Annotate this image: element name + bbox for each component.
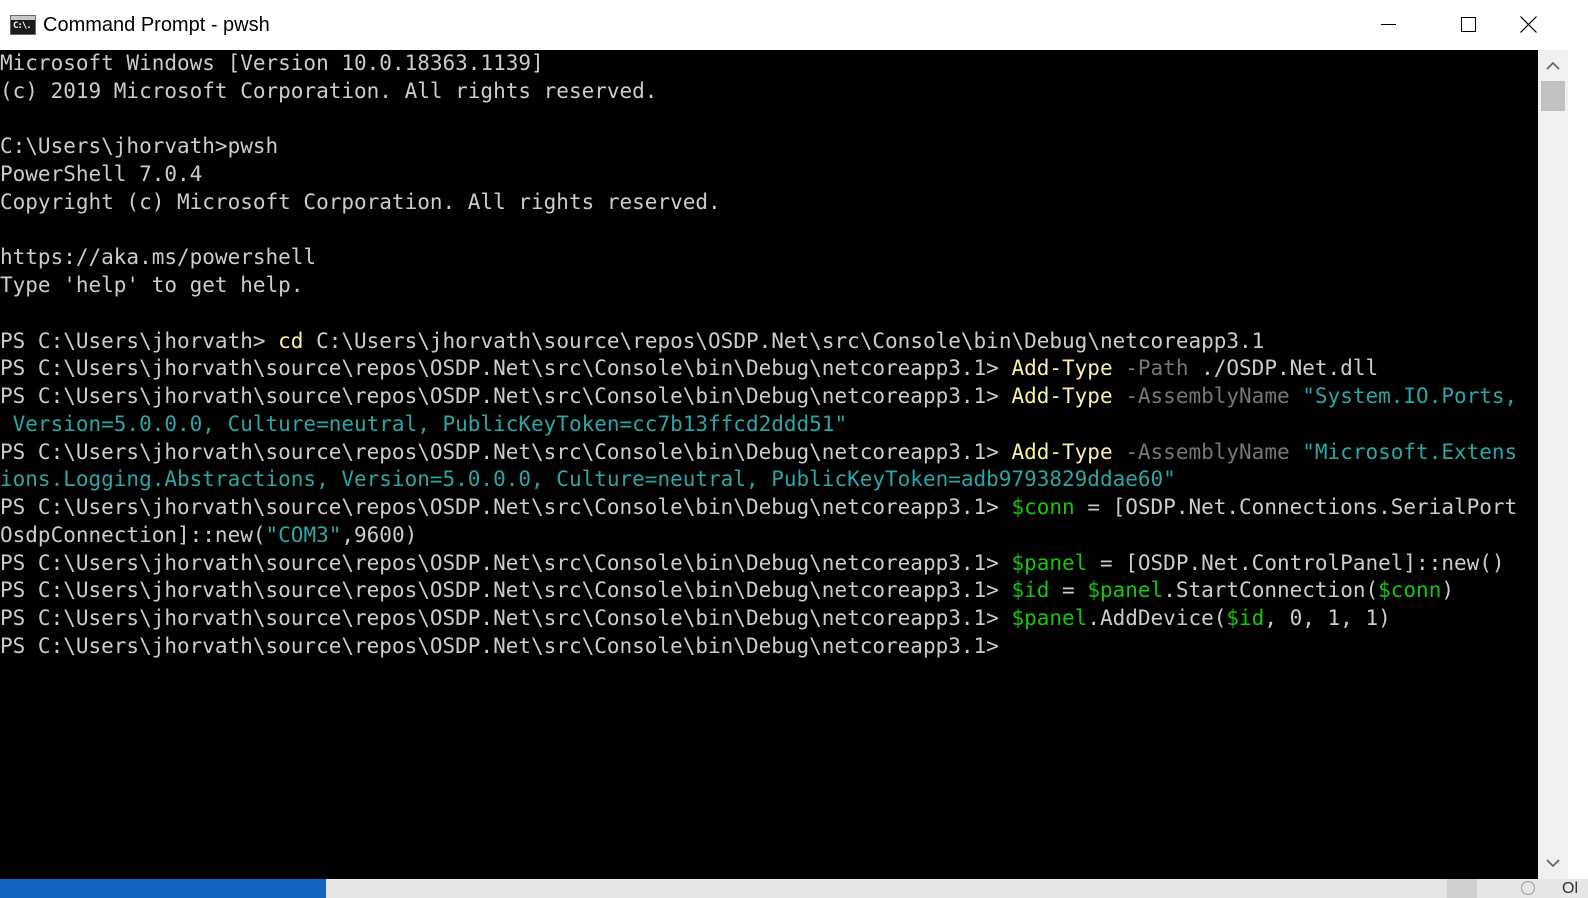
console-line: Copyright (c) Microsoft Corporation. All… <box>0 189 1517 217</box>
title-bar[interactable]: C:\. Command Prompt - pwsh <box>0 0 1588 50</box>
console-text-segment: (c) 2019 Microsoft Corporation. All righ… <box>0 78 658 103</box>
console-text-segment: Copyright (c) Microsoft Corporation. All… <box>0 189 721 214</box>
maximize-icon <box>1461 17 1476 32</box>
console-text-segment: $conn <box>1378 578 1442 603</box>
console-text-segment: "System.IO.Ports, <box>1289 384 1518 408</box>
console-line: PowerShell 7.0.4 <box>0 161 1517 189</box>
console-text-segment: -AssemblyName <box>1112 384 1290 408</box>
console-line: Version=5.0.0.0, Culture=neutral, Public… <box>0 411 1517 439</box>
console-text-segment: ) <box>1441 578 1454 603</box>
close-icon <box>1520 16 1537 33</box>
console-text-segment: -AssemblyName <box>1112 439 1290 464</box>
console-line: Type 'help' to get help. <box>0 272 1517 300</box>
console-text-segment: PS C:\Users\jhorvath\source\repos\OSDP.N… <box>0 550 1012 575</box>
console-line: (c) 2019 Microsoft Corporation. All righ… <box>0 78 1517 106</box>
taskbar-active-item[interactable] <box>0 879 326 898</box>
command-prompt-icon-label: C:\. <box>13 21 32 31</box>
chevron-up-icon <box>1546 61 1560 70</box>
console-text-segment: -Path <box>1112 356 1189 381</box>
console-text-segment: Version=5.0.0.0, Culture=neutral, Public… <box>0 411 848 436</box>
command-prompt-window: C:\. Command Prompt - pwsh Microsoft Win… <box>0 0 1588 898</box>
console-text-segment: "COM3" <box>265 522 342 547</box>
console-line: ions.Logging.Abstractions, Version=5.0.0… <box>0 466 1517 494</box>
console-text-segment: Type 'help' to get help. <box>0 273 304 297</box>
console-text-segment: PS C:\Users\jhorvath\source\repos\OSDP.N… <box>0 495 1012 519</box>
console-text-segment: $panel <box>1011 606 1088 630</box>
console-line: PS C:\Users\jhorvath\source\repos\OSDP.N… <box>0 439 1517 467</box>
console-text-segment: .AddDevice( <box>1087 606 1227 630</box>
command-prompt-icon: C:\. <box>10 15 36 35</box>
taskbar-circle-icon[interactable] <box>1521 881 1535 895</box>
console-text-segment: PS C:\Users\jhorvath\source\repos\OSDP.N… <box>0 633 999 658</box>
console-line: OsdpConnection]::new("COM3",9600) <box>0 522 1517 550</box>
console-text-segment: ,9600) <box>341 522 418 547</box>
chevron-down-icon <box>1546 859 1560 868</box>
console-line: https://aka.ms/powershell <box>0 244 1517 272</box>
console-text-segment: PS C:\Users\jhorvath\source\repos\OSDP.N… <box>0 578 1012 603</box>
console-line: PS C:\Users\jhorvath\source\repos\OSDP.N… <box>0 633 1517 661</box>
console-text-segment: PowerShell 7.0.4 <box>0 162 203 186</box>
vertical-scrollbar[interactable] <box>1538 50 1568 879</box>
console-text-segment: ./OSDP.Net.dll <box>1188 356 1379 381</box>
window-edge <box>1568 50 1588 879</box>
console-text-segment: = [OSDP.Net.Connections.SerialPort <box>1074 495 1518 519</box>
console-text-segment: $id <box>1011 578 1050 603</box>
console-text-segment: Add-Type <box>1011 439 1113 464</box>
console-line: Microsoft Windows [Version 10.0.18363.11… <box>0 50 1517 78</box>
console-text: Microsoft Windows [Version 10.0.18363.11… <box>0 50 1517 661</box>
taskbar-label: Ol <box>1562 880 1578 897</box>
minimize-icon <box>1381 24 1396 25</box>
console-text-segment: cd <box>278 328 304 353</box>
console-line: PS C:\Users\jhorvath\source\repos\OSDP.N… <box>0 383 1517 411</box>
console-text-segment: Microsoft Windows [Version 10.0.18363.11… <box>0 51 544 75</box>
taskbar: Ol <box>0 879 1588 898</box>
console-output[interactable]: Microsoft Windows [Version 10.0.18363.11… <box>0 50 1538 879</box>
console-text-segment: PS C:\Users\jhorvath\source\repos\OSDP.N… <box>0 439 1012 464</box>
scroll-down-button[interactable] <box>1538 849 1568 879</box>
console-text-segment: $id <box>1226 606 1265 630</box>
scroll-thumb[interactable] <box>1541 81 1565 111</box>
console-text-segment: OsdpConnection]::new( <box>0 522 266 547</box>
console-line: PS C:\Users\jhorvath\source\repos\OSDP.N… <box>0 577 1517 605</box>
console-text-segment: PS C:\Users\jhorvath> <box>0 328 279 353</box>
console-text-segment: .StartConnection( <box>1163 578 1379 603</box>
console-text-segment: $panel <box>1087 578 1164 603</box>
console-text-segment: C:\Users\jhorvath>pwsh <box>0 134 279 159</box>
taskbar-item[interactable] <box>1447 879 1477 898</box>
console-line: PS C:\Users\jhorvath\source\repos\OSDP.N… <box>0 494 1517 522</box>
console-text-segment: Add-Type <box>1011 356 1113 381</box>
minimize-button[interactable] <box>1347 0 1427 50</box>
console-text-segment: = [OSDP.Net.ControlPanel]::new() <box>1087 550 1505 575</box>
console-line: PS C:\Users\jhorvath\source\repos\OSDP.N… <box>0 550 1517 578</box>
console-text-segment: "Microsoft.Extens <box>1289 439 1518 464</box>
console-text-segment: Add-Type <box>1011 384 1113 408</box>
console-text-segment: $panel <box>1011 550 1088 575</box>
scroll-up-button[interactable] <box>1538 50 1568 80</box>
console-text-segment: PS C:\Users\jhorvath\source\repos\OSDP.N… <box>0 356 1012 381</box>
console-text-segment: , 0, 1, 1) <box>1264 606 1391 630</box>
window-title: Command Prompt - pwsh <box>43 14 270 36</box>
console-line: PS C:\Users\jhorvath> cd C:\Users\jhorva… <box>0 328 1517 356</box>
console-text-segment: = <box>1049 578 1088 603</box>
console-text-segment: https://aka.ms/powershell <box>0 245 317 270</box>
console-line: PS C:\Users\jhorvath\source\repos\OSDP.N… <box>0 605 1517 633</box>
close-button[interactable] <box>1507 0 1587 50</box>
console-text-segment: ions.Logging.Abstractions, Version=5.0.0… <box>0 467 1176 492</box>
console-line: PS C:\Users\jhorvath\source\repos\OSDP.N… <box>0 355 1517 383</box>
console-line: C:\Users\jhorvath>pwsh <box>0 133 1517 161</box>
console-text-segment: PS C:\Users\jhorvath\source\repos\OSDP.N… <box>0 384 1012 408</box>
console-text-segment: $conn <box>1011 495 1075 519</box>
maximize-button[interactable] <box>1427 0 1507 50</box>
console-text-segment: C:\Users\jhorvath\source\repos\OSDP.Net\… <box>303 328 1265 353</box>
console-text-segment: PS C:\Users\jhorvath\source\repos\OSDP.N… <box>0 606 1012 630</box>
